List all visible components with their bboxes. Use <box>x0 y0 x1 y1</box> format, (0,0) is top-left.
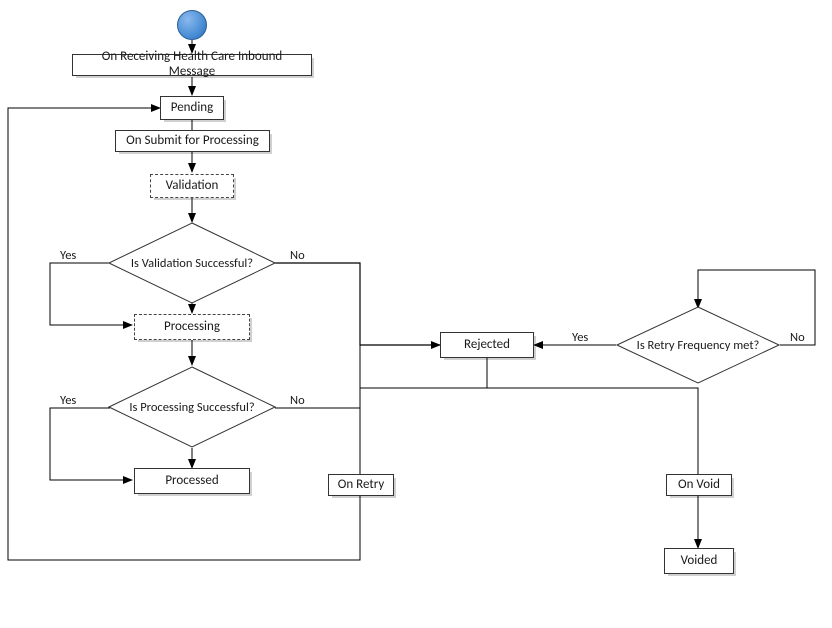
state-processing: Processing <box>134 314 250 340</box>
edge-no-validation: No <box>290 248 305 263</box>
event-receive-label: On Receiving Health Care Inbound Message <box>72 54 312 76</box>
event-submit-text: On Submit for Processing <box>126 134 259 149</box>
event-receive-text: On Receiving Health Care Inbound Message <box>79 50 305 80</box>
flowchart-canvas: On Receiving Health Care Inbound Message… <box>0 0 832 628</box>
state-pending: Pending <box>160 96 224 120</box>
edge-no-retry: No <box>790 330 805 345</box>
state-processing-text: Processing <box>164 320 220 335</box>
state-voided-text: Voided <box>681 554 718 569</box>
event-void-label: On Void <box>666 474 732 496</box>
edge-yes-processing: Yes <box>60 393 76 408</box>
event-void-text: On Void <box>678 478 720 493</box>
event-retry-label: On Retry <box>328 474 394 496</box>
decision-retry-text: Is Retry Frequency met? <box>629 338 768 353</box>
edge-yes-validation: Yes <box>60 248 76 263</box>
state-rejected-text: Rejected <box>464 338 510 353</box>
decision-validation-text: Is Validation Successful? <box>123 256 261 271</box>
edge-no-processing: No <box>290 393 305 408</box>
decision-processing-text: Is Processing Successful? <box>121 400 262 415</box>
state-processed: Processed <box>134 468 250 494</box>
decision-validation: Is Validation Successful? <box>108 222 276 304</box>
start-node <box>177 10 207 40</box>
decision-retry: Is Retry Frequency met? <box>616 306 780 384</box>
event-retry-text: On Retry <box>338 478 384 493</box>
state-rejected: Rejected <box>440 332 534 358</box>
state-voided: Voided <box>664 548 734 574</box>
edge-yes-retry: Yes <box>572 330 588 345</box>
state-validation-text: Validation <box>166 179 219 194</box>
state-validation: Validation <box>150 174 234 198</box>
event-submit-label: On Submit for Processing <box>115 130 270 152</box>
decision-processing: Is Processing Successful? <box>108 366 276 448</box>
state-processed-text: Processed <box>165 474 218 489</box>
state-pending-text: Pending <box>171 101 214 116</box>
